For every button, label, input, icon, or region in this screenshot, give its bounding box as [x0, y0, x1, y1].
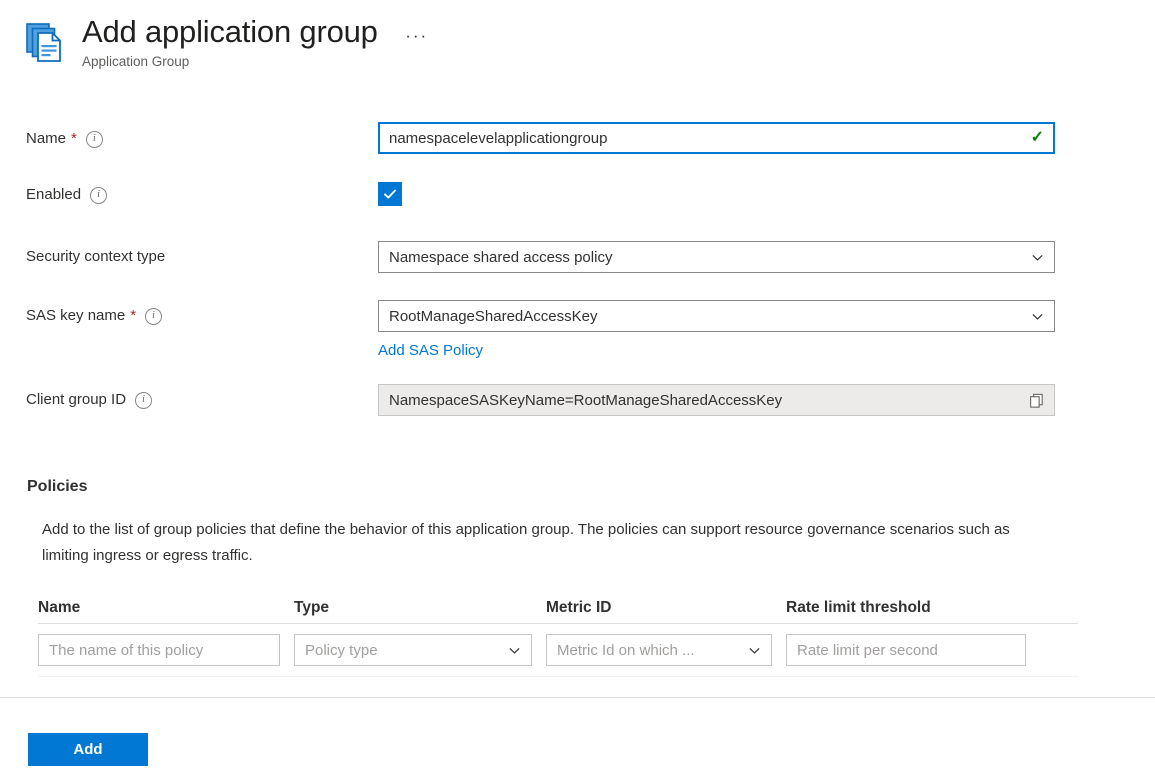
client-group-id-label-cell: Client group ID i	[0, 384, 378, 416]
name-input[interactable]: namespacelevelapplicationgroup ✓	[378, 122, 1055, 154]
enabled-field-cell	[378, 182, 1055, 206]
enabled-label: Enabled	[26, 185, 81, 205]
chevron-down-icon	[1031, 310, 1044, 323]
chevron-down-icon	[1031, 251, 1044, 264]
policy-metric-id-dropdown[interactable]: Metric Id on which ...	[546, 634, 772, 666]
sas-key-name-field-cell: RootManageSharedAccessKey Add SAS Policy	[378, 300, 1055, 361]
column-header-rate-limit-threshold: Rate limit threshold	[786, 599, 1046, 617]
policy-type-placeholder: Policy type	[305, 642, 500, 659]
add-sas-policy-link[interactable]: Add SAS Policy	[378, 341, 483, 361]
info-icon-sas-key-name[interactable]: i	[145, 308, 162, 325]
security-context-type-label-cell: Security context type	[0, 241, 378, 273]
policy-metric-id-placeholder: Metric Id on which ...	[557, 642, 740, 659]
security-context-type-field-cell: Namespace shared access policy	[378, 241, 1055, 273]
sas-key-name-label-cell: SAS key name * i	[0, 300, 378, 332]
policy-rate-limit-placeholder: Rate limit per second	[797, 642, 1015, 659]
policy-name-input[interactable]: The name of this policy	[38, 634, 280, 666]
client-group-id-field-cell: NamespaceSASKeyName=RootManageSharedAcce…	[378, 384, 1055, 416]
policies-table-header: Name Type Metric ID Rate limit threshold	[38, 589, 1078, 624]
column-header-type: Type	[294, 599, 546, 617]
name-label: Name	[26, 129, 66, 149]
form-row-name: Name * i namespacelevelapplicationgroup …	[0, 122, 1155, 182]
info-icon-name[interactable]: i	[86, 131, 103, 148]
header-text-block: Add application group ··· Application Gr…	[82, 12, 432, 71]
chevron-down-icon	[748, 644, 761, 657]
sas-key-name-label: SAS key name	[26, 306, 125, 326]
name-label-cell: Name * i	[0, 122, 378, 156]
form-row-security-context-type: Security context type Namespace shared a…	[0, 241, 1155, 300]
page-subtitle: Application Group	[82, 53, 432, 71]
application-group-form: Name * i namespacelevelapplicationgroup …	[0, 122, 1155, 428]
name-input-value: namespacelevelapplicationgroup	[389, 130, 1025, 147]
policies-title: Policies	[0, 476, 1155, 498]
policy-metric-id-cell: Metric Id on which ...	[546, 634, 786, 666]
policy-rate-limit-input[interactable]: Rate limit per second	[786, 634, 1026, 666]
table-row: The name of this policy Policy type Metr…	[38, 624, 1078, 677]
add-button[interactable]: Add	[28, 733, 148, 766]
form-row-client-group-id: Client group ID i NamespaceSASKeyName=Ro…	[0, 384, 1155, 428]
required-asterisk-sas: *	[130, 309, 136, 323]
policies-section: Policies Add to the list of group polici…	[0, 476, 1155, 677]
sas-key-name-value: RootManageSharedAccessKey	[389, 308, 1023, 325]
enabled-checkbox[interactable]	[378, 182, 402, 206]
security-context-type-value: Namespace shared access policy	[389, 249, 1023, 266]
enabled-label-cell: Enabled i	[0, 182, 378, 208]
client-group-id-value: NamespaceSASKeyName=RootManageSharedAcce…	[389, 392, 1026, 409]
copy-icon[interactable]	[1026, 389, 1046, 411]
more-options-icon[interactable]: ···	[402, 25, 432, 47]
footer-divider	[0, 697, 1155, 698]
name-field-cell: namespacelevelapplicationgroup ✓	[378, 122, 1055, 154]
page-title: Add application group	[82, 12, 378, 52]
form-row-sas-key-name: SAS key name * i RootManageSharedAccessK…	[0, 300, 1155, 384]
documents-stack-icon	[24, 20, 68, 64]
client-group-id-label: Client group ID	[26, 390, 126, 410]
security-context-type-dropdown[interactable]: Namespace shared access policy	[378, 241, 1055, 273]
policy-name-placeholder: The name of this policy	[49, 642, 269, 659]
valid-check-icon: ✓	[1031, 130, 1044, 146]
policy-type-dropdown[interactable]: Policy type	[294, 634, 532, 666]
policies-description: Add to the list of group policies that d…	[0, 517, 1047, 569]
policy-type-cell: Policy type	[294, 634, 546, 666]
policy-name-cell: The name of this policy	[38, 634, 294, 666]
checkmark-icon	[382, 186, 398, 202]
info-icon-client-group-id[interactable]: i	[135, 392, 152, 409]
client-group-id-input: NamespaceSASKeyName=RootManageSharedAcce…	[378, 384, 1055, 416]
column-header-metric-id: Metric ID	[546, 599, 786, 617]
required-asterisk: *	[71, 132, 77, 146]
chevron-down-icon	[508, 644, 521, 657]
form-row-enabled: Enabled i	[0, 182, 1155, 241]
policy-rate-limit-cell: Rate limit per second	[786, 634, 1046, 666]
column-header-name: Name	[38, 599, 294, 617]
security-context-type-label: Security context type	[26, 247, 165, 267]
policies-table: Name Type Metric ID Rate limit threshold…	[0, 589, 1078, 677]
info-icon-enabled[interactable]: i	[90, 187, 107, 204]
page-header: Add application group ··· Application Gr…	[24, 12, 432, 71]
sas-key-name-dropdown[interactable]: RootManageSharedAccessKey	[378, 300, 1055, 332]
